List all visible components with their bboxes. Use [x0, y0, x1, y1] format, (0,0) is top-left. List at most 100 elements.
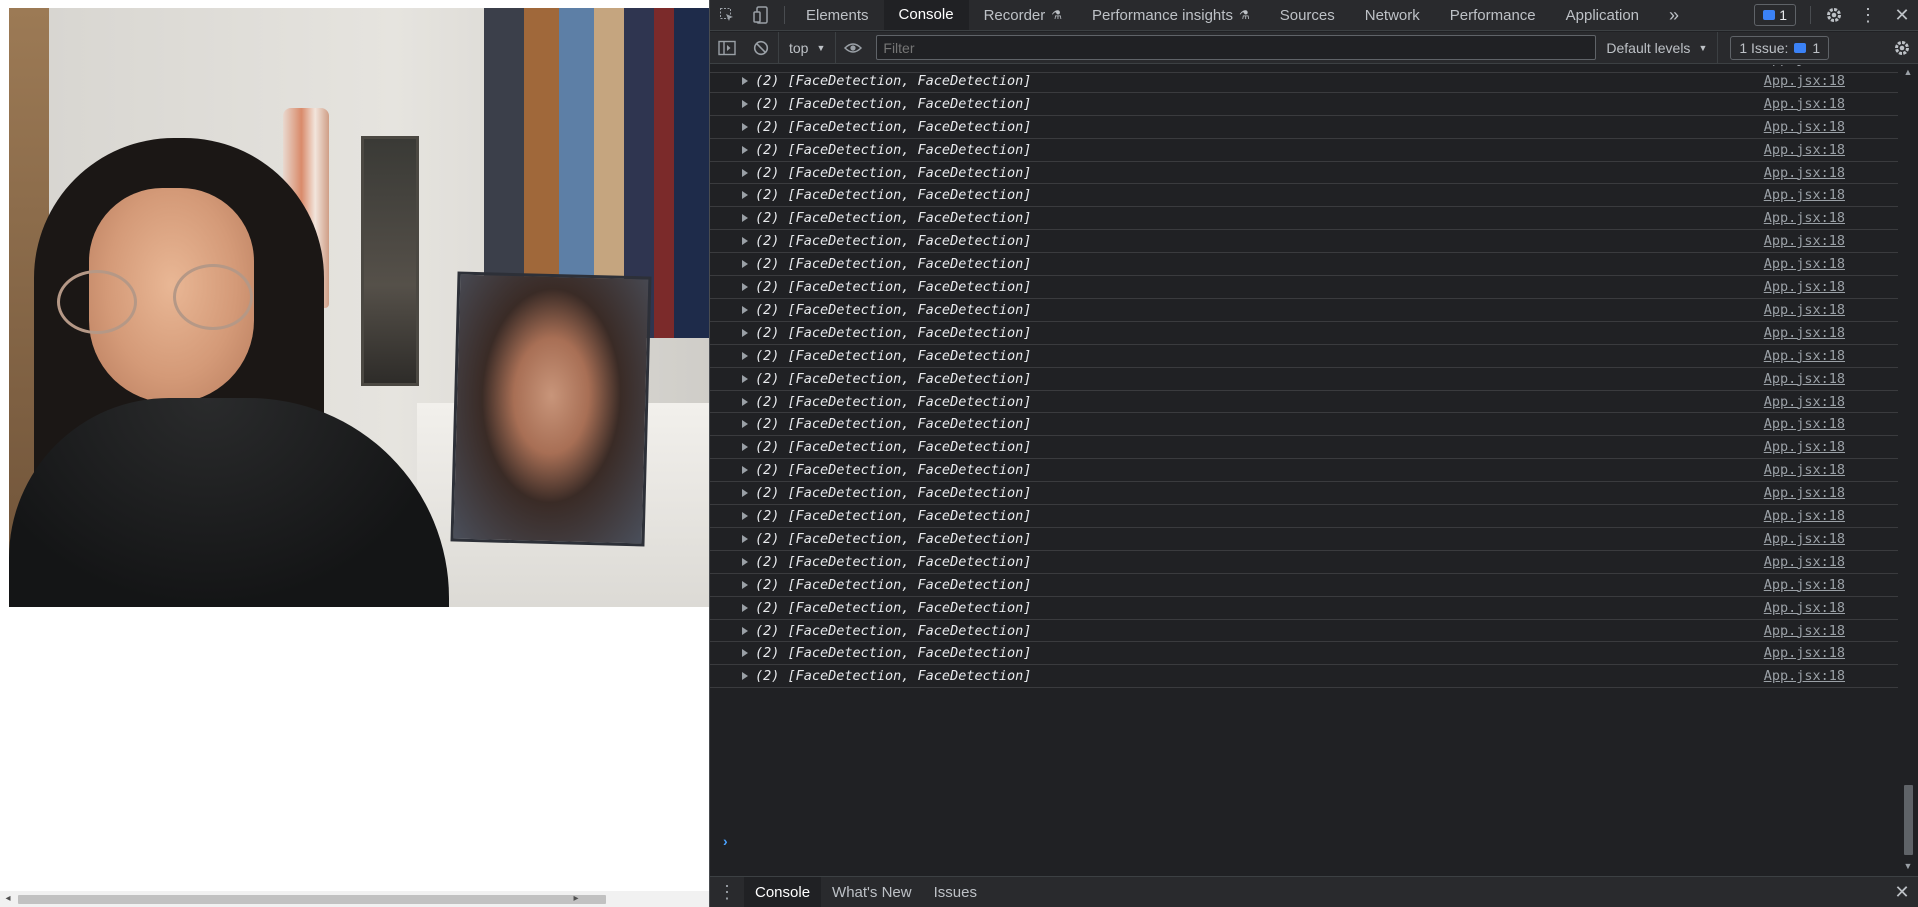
console-row[interactable]: (2) [FaceDetection, FaceDetection] App.js… — [710, 162, 1899, 185]
expand-triangle-icon[interactable] — [742, 351, 748, 360]
live-expression-eye-icon[interactable] — [836, 32, 870, 64]
inspect-element-icon[interactable] — [710, 0, 744, 30]
console-prompt-icon[interactable]: › — [723, 833, 728, 849]
console-row[interactable]: (2) [FaceDetection, FaceDetection] App.js… — [710, 391, 1899, 414]
device-toolbar-icon[interactable] — [744, 0, 778, 30]
source-link[interactable]: App.jsx:18 — [1764, 65, 1845, 67]
expand-triangle-icon[interactable] — [742, 603, 748, 612]
expand-triangle-icon[interactable] — [742, 305, 748, 314]
console-row[interactable]: (2) [FaceDetection, FaceDetection] App.js… — [710, 436, 1899, 460]
console-row[interactable]: (2) [FaceDetection, FaceDetection] App.js… — [710, 459, 1899, 483]
expand-triangle-icon[interactable] — [742, 260, 748, 269]
source-link[interactable]: App.jsx:18 — [1764, 96, 1845, 112]
messages-badge[interactable]: 1 — [1754, 4, 1796, 26]
expand-triangle-icon[interactable] — [742, 649, 748, 658]
scroll-up-icon[interactable]: ▲ — [1898, 65, 1918, 79]
tab-performance[interactable]: Performance — [1435, 0, 1551, 30]
console-row[interactable]: (2) [FaceDetection, FaceDetection] App.js… — [710, 620, 1899, 643]
filter-input[interactable] — [876, 35, 1597, 60]
source-link[interactable]: App.jsx:18 — [1764, 485, 1845, 501]
expand-triangle-icon[interactable] — [742, 214, 748, 223]
source-link[interactable]: App.jsx:18 — [1764, 279, 1845, 295]
scroll-down-icon[interactable]: ▼ — [1898, 859, 1918, 873]
source-link[interactable]: App.jsx:18 — [1764, 416, 1845, 432]
source-link[interactable]: App.jsx:18 — [1764, 325, 1845, 341]
sidebar-toggle-icon[interactable] — [710, 32, 744, 64]
console-row[interactable]: (2) [FaceDetection, FaceDetection] App.js… — [710, 551, 1899, 574]
expand-triangle-icon[interactable] — [742, 489, 748, 498]
expand-triangle-icon[interactable] — [742, 534, 748, 543]
console-row[interactable]: (2) [FaceDetection, FaceDetection] App.js… — [710, 139, 1899, 162]
tab-sources[interactable]: Sources — [1265, 0, 1350, 30]
expand-triangle-icon[interactable] — [742, 672, 748, 681]
console-row[interactable]: (2) [FaceDetection, FaceDetection] App.js… — [710, 253, 1899, 277]
console-row[interactable]: (2) [FaceDetection, FaceDetection] App.js… — [710, 368, 1899, 391]
expand-triangle-icon[interactable] — [742, 237, 748, 246]
source-link[interactable]: App.jsx:18 — [1764, 210, 1845, 226]
console-row[interactable]: (2) [FaceDetection, FaceDetection] App.js… — [710, 643, 1899, 666]
source-link[interactable]: App.jsx:18 — [1764, 256, 1845, 272]
source-link[interactable]: App.jsx:18 — [1764, 233, 1845, 249]
console-row[interactable]: (2) [FaceDetection, FaceDetection] App.js… — [710, 276, 1899, 299]
console-row[interactable]: (2) [FaceDetection, FaceDetection] App.js… — [710, 482, 1899, 506]
console-row[interactable]: (2) [FaceDetection, FaceDetection] App.js… — [710, 70, 1899, 93]
expand-triangle-icon[interactable] — [742, 557, 748, 566]
close-icon[interactable]: ✕ — [1885, 0, 1918, 30]
scrollbar-thumb[interactable] — [18, 895, 606, 904]
more-tabs-button[interactable]: » — [1654, 0, 1694, 30]
source-link[interactable]: App.jsx:18 — [1764, 348, 1845, 364]
expand-triangle-icon[interactable] — [742, 145, 748, 154]
source-link[interactable]: App.jsx:18 — [1764, 119, 1845, 135]
source-link[interactable]: App.jsx:18 — [1764, 371, 1845, 387]
tab-elements[interactable]: Elements — [791, 0, 884, 30]
context-selector[interactable]: top ▼ — [778, 31, 837, 64]
console-row[interactable]: (2) [FaceDetection, FaceDetection] App.js… — [710, 414, 1899, 437]
console-row[interactable]: (2) [FaceDetection, FaceDetection] App.js… — [710, 574, 1899, 597]
source-link[interactable]: App.jsx:18 — [1764, 73, 1845, 89]
source-link[interactable]: App.jsx:18 — [1764, 302, 1845, 318]
source-link[interactable]: App.jsx:18 — [1764, 165, 1845, 181]
tab-recorder[interactable]: Recorder ⚗ — [969, 0, 1077, 30]
drawer-close-icon[interactable]: ✕ — [1885, 877, 1918, 907]
clear-console-icon[interactable] — [744, 32, 778, 64]
source-link[interactable]: App.jsx:18 — [1764, 508, 1845, 524]
source-link[interactable]: App.jsx:18 — [1764, 531, 1845, 547]
expand-triangle-icon[interactable] — [742, 283, 748, 292]
expand-triangle-icon[interactable] — [742, 374, 748, 383]
scrollbar-thumb[interactable] — [1904, 785, 1913, 855]
vertical-scrollbar[interactable]: ▲ ▼ — [1898, 65, 1918, 873]
console-row[interactable]: (2) [FaceDetection, FaceDetection] App.js… — [710, 207, 1899, 231]
console-row[interactable]: (2) [FaceDetection, FaceDetection] App.js… — [710, 116, 1899, 139]
console-row[interactable]: (2) [FaceDetection, FaceDetection] App.js… — [710, 230, 1899, 254]
tab-network[interactable]: Network — [1350, 0, 1435, 30]
console-row[interactable]: (2) [FaceDetection, FaceDetection] App.js… — [710, 93, 1899, 116]
console-row[interactable]: (2) [FaceDetection, FaceDetection] App.js… — [710, 185, 1899, 208]
expand-triangle-icon[interactable] — [742, 580, 748, 589]
expand-triangle-icon[interactable] — [742, 626, 748, 635]
expand-triangle-icon[interactable] — [742, 168, 748, 177]
source-link[interactable]: App.jsx:18 — [1764, 439, 1845, 455]
expand-triangle-icon[interactable] — [742, 397, 748, 406]
source-link[interactable]: App.jsx:18 — [1764, 600, 1845, 616]
source-link[interactable]: App.jsx:18 — [1764, 645, 1845, 661]
scroll-left-icon[interactable]: ◂ — [0, 891, 16, 907]
issues-button[interactable]: 1 Issue: 1 — [1730, 35, 1830, 60]
expand-triangle-icon[interactable] — [742, 76, 748, 85]
drawer-tab-what-s-new[interactable]: What's New — [821, 877, 923, 907]
console-row[interactable]: (2) [FaceDetection, FaceDetection] App.js… — [710, 597, 1899, 620]
drawer-menu-icon[interactable]: ⋮ — [710, 877, 744, 907]
horizontal-scrollbar[interactable]: ◂ ▸ — [0, 891, 709, 907]
console-settings-gear-icon[interactable] — [1885, 32, 1918, 64]
source-link[interactable]: App.jsx:18 — [1764, 623, 1845, 639]
log-levels-dropdown[interactable]: Default levels ▼ — [1606, 31, 1719, 64]
console-row[interactable]: (2) [FaceDetection, FaceDetection] App.js… — [710, 322, 1899, 345]
expand-triangle-icon[interactable] — [742, 443, 748, 452]
expand-triangle-icon[interactable] — [742, 328, 748, 337]
drawer-tab-issues[interactable]: Issues — [923, 877, 988, 907]
expand-triangle-icon[interactable] — [742, 512, 748, 521]
expand-triangle-icon[interactable] — [742, 191, 748, 200]
gear-icon[interactable] — [1817, 0, 1851, 30]
scroll-right-icon[interactable]: ▸ — [568, 891, 584, 907]
console-row[interactable]: (2) [FaceDetection, FaceDetection] App.js… — [710, 528, 1899, 551]
drawer-tab-console[interactable]: Console — [744, 877, 822, 907]
